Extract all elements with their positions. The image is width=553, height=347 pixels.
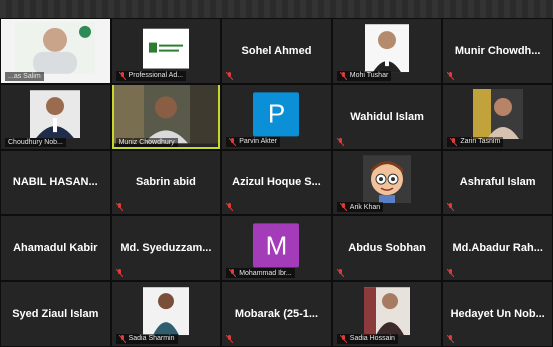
avatar-letter: M — [265, 230, 288, 261]
participant-name-tag: Choudhury Nob... — [5, 137, 66, 147]
participant-name-tag: ...as Salim — [5, 71, 44, 81]
participant-tile[interactable]: Sohel Ahmed — [222, 19, 331, 83]
participant-name: Azizul Hoque S... — [232, 176, 321, 189]
mic-muted-icon — [226, 334, 234, 343]
participant-name: Mohi Tushar — [349, 72, 389, 80]
participant-name: Sohel Ahmed — [241, 44, 312, 57]
mic-muted-icon — [336, 269, 344, 278]
participant-tile[interactable]: ...as Salim — [1, 19, 110, 83]
mic-muted-icon — [226, 71, 234, 80]
participant-name: Md.Abadur Rah... — [452, 242, 543, 255]
mic-muted-icon — [339, 71, 347, 80]
participant-tile[interactable]: M Mohammad Ibr... — [222, 216, 331, 281]
participant-tile[interactable]: Hedayet Un Nob... — [443, 282, 552, 346]
participant-name: Mobarak (25-1... — [234, 308, 319, 321]
participant-video — [15, 21, 96, 74]
participant-tile[interactable]: Arik Khan — [332, 150, 442, 215]
cartoon-avatar — [363, 155, 412, 204]
participant-logo — [142, 28, 189, 69]
participant-name: Hedayet Un Nob... — [450, 308, 545, 321]
participant-tile[interactable]: Choudhury Nob... — [1, 84, 110, 149]
mic-muted-icon — [115, 269, 123, 278]
mic-muted-icon — [118, 71, 126, 80]
participant-name: Muniz Chowdhury — [118, 138, 175, 146]
participant-tile[interactable]: P Parvin Akter — [222, 84, 331, 149]
participant-tile[interactable]: Ahamadul Kabir — [1, 216, 110, 281]
participant-tile[interactable]: Sabrin abid — [111, 150, 221, 215]
mic-muted-icon — [339, 203, 347, 212]
participant-name: Syed Ziaul Islam — [12, 308, 99, 321]
participant-photo — [30, 89, 81, 138]
participant-tile[interactable]: Ashraful Islam — [443, 150, 552, 215]
mic-muted-icon — [447, 334, 455, 343]
top-strip — [0, 0, 553, 18]
participant-photo — [364, 287, 411, 336]
participant-name: ...as Salim — [8, 72, 41, 80]
participant-grid: ...as Salim Professional Ad... Sohel Ahm… — [0, 18, 553, 347]
participant-avatar: M — [253, 223, 300, 268]
participant-name: Choudhury Nob... — [8, 138, 63, 146]
participant-name: Zarin Tasnim — [460, 138, 501, 146]
mic-muted-icon — [447, 203, 455, 212]
participant-name-tag: Parvin Akter — [226, 136, 280, 147]
participant-name-tag: Mohammad Ibr... — [226, 268, 295, 279]
mic-muted-icon — [229, 269, 237, 278]
participant-name: Sadia Sharmin — [128, 335, 175, 343]
participant-name: Sabrin abid — [135, 176, 196, 189]
avatar-letter: P — [267, 98, 286, 129]
participant-tile[interactable]: Azizul Hoque S... — [222, 150, 331, 215]
participant-name: NABIL HASAN... — [12, 176, 98, 189]
mic-muted-icon — [229, 137, 237, 146]
mic-muted-icon — [339, 334, 347, 343]
participant-name-tag: Sadia Sharmin — [115, 333, 178, 344]
participant-name: Ahamadul Kabir — [13, 242, 98, 255]
participant-name: Abdus Sobhan — [348, 242, 426, 255]
participant-name: Wahidul Islam — [350, 110, 424, 123]
participant-tile[interactable]: Md.Abadur Rah... — [443, 216, 552, 281]
mic-muted-icon — [447, 269, 455, 278]
participant-tile[interactable]: Zarin Tasnim — [443, 84, 552, 149]
participant-name: Sadia Hossain — [349, 335, 395, 343]
mic-muted-icon — [447, 71, 455, 80]
participant-tile[interactable]: Abdus Sobhan — [332, 216, 442, 281]
participant-tile[interactable]: NABIL HASAN... — [1, 150, 110, 215]
participant-tile[interactable]: Md. Syeduzzam... — [111, 216, 221, 281]
participant-name: Ashraful Islam — [459, 176, 536, 189]
participant-photo — [365, 24, 410, 73]
participant-name-tag: Muniz Chowdhury — [115, 137, 178, 147]
participant-photo — [472, 88, 523, 139]
participant-tile[interactable]: Professional Ad... — [111, 19, 221, 83]
participant-name: Md. Syeduzzam... — [120, 242, 212, 255]
participant-name-tag: Zarin Tasnim — [447, 136, 504, 147]
participant-avatar: P — [253, 92, 300, 137]
mic-muted-icon — [336, 137, 344, 146]
zoom-gallery-window: ...as Salim Professional Ad... Sohel Ahm… — [0, 0, 553, 347]
top-strip-pattern — [0, 0, 553, 18]
mic-muted-icon — [115, 203, 123, 212]
participant-video — [113, 84, 218, 144]
participant-tile[interactable]: Mobarak (25-1... — [222, 282, 331, 346]
participant-tile[interactable]: Mohi Tushar — [332, 19, 442, 83]
mic-muted-icon — [450, 137, 458, 146]
participant-tile[interactable]: Munir Chowdh... — [443, 19, 552, 83]
participant-name: Arik Khan — [349, 203, 381, 211]
mic-muted-icon — [226, 203, 234, 212]
participant-name: Parvin Akter — [239, 138, 277, 146]
participant-photo — [142, 287, 189, 336]
participant-tile-active-speaker[interactable]: Muniz Chowdhury — [111, 84, 221, 149]
participant-name: Mohammad Ibr... — [239, 269, 292, 277]
participant-tile[interactable]: Syed Ziaul Islam — [1, 282, 110, 346]
participant-name-tag: Professional Ad... — [115, 70, 187, 81]
participant-name: Munir Chowdh... — [454, 44, 541, 57]
participant-tile[interactable]: Sadia Sharmin — [111, 282, 221, 346]
participant-name-tag: Mohi Tushar — [336, 70, 392, 81]
participant-name: Professional Ad... — [128, 72, 184, 80]
participant-name-tag: Arik Khan — [336, 202, 384, 213]
mic-muted-icon — [118, 334, 126, 343]
participant-tile[interactable]: Wahidul Islam — [332, 84, 442, 149]
participant-tile[interactable]: Sadia Hossain — [332, 282, 442, 346]
participant-name-tag: Sadia Hossain — [336, 333, 398, 344]
